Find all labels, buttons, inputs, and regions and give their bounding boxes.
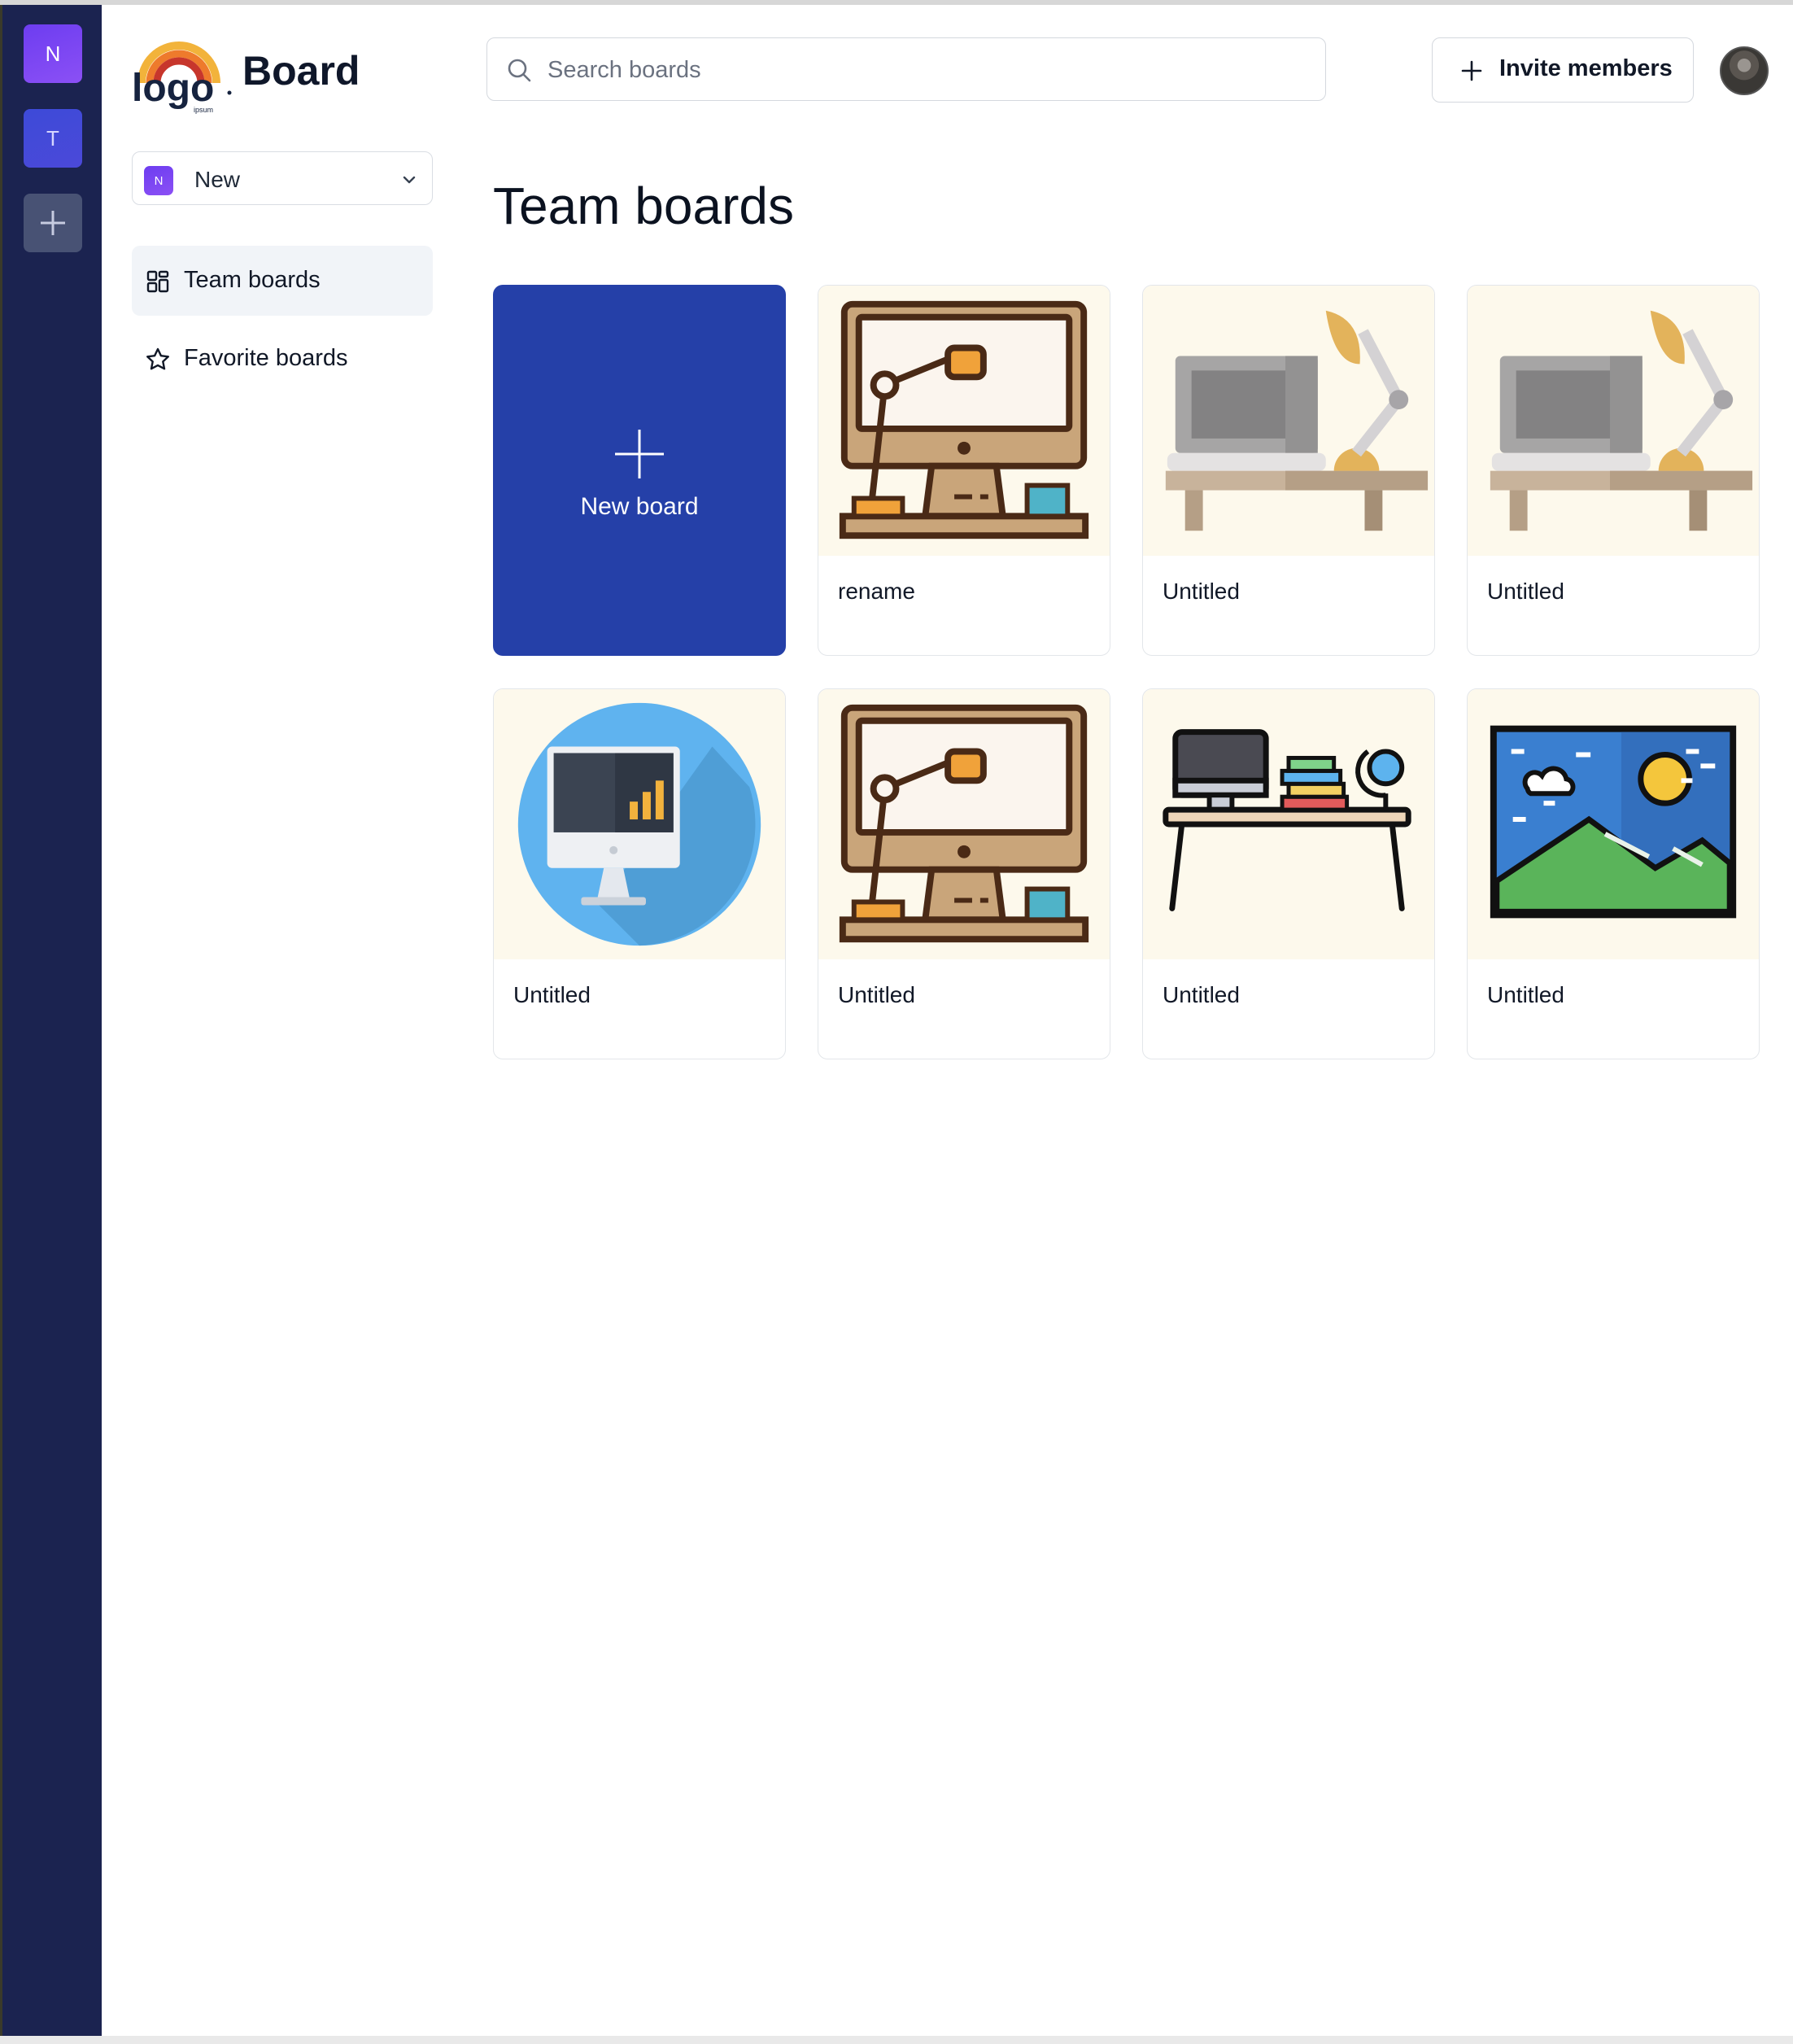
board-thumbnail [818,689,1110,959]
star-icon [146,347,169,370]
page-title: Team boards [493,177,794,235]
sidebar-item-favorite-boards[interactable]: Favorite boards [132,324,433,394]
board-card[interactable]: Untitled [818,688,1110,1059]
landscape-picture-icon [1490,725,1737,919]
board-name: Untitled [513,982,591,1007]
desk-lamp-monitor-icon [839,300,1089,539]
chevron-down-icon [403,176,416,184]
avatar[interactable] [1720,46,1769,95]
workspace-select-label: New [194,167,241,192]
desk-books-globe-icon [1163,729,1411,911]
window-bottom-border [0,2036,1793,2044]
search-box[interactable] [486,37,1326,101]
sidebar-item-label: Favorite boards [184,345,348,371]
svg-text:ipsum: ipsum [194,106,213,114]
add-workspace-button[interactable] [24,194,82,252]
new-board-card[interactable]: New board [493,285,786,656]
sidebar-item-label: Team boards [184,267,321,293]
board-thumbnail [1468,286,1759,556]
laptop-lamp-desk-icon [1490,310,1753,531]
board-thumbnail [1468,689,1759,959]
board-thumbnail [818,286,1110,556]
sidebar-item-team-boards[interactable]: Team boards [132,246,433,316]
workspace-t-button[interactable]: T [24,109,82,168]
board-name: Untitled [838,982,915,1007]
workspace-select[interactable]: N New [132,151,433,205]
grid-icon [146,270,169,293]
board-card[interactable]: Untitled [1142,285,1435,656]
workspace-n-button[interactable]: N [24,24,82,83]
search-icon [508,59,531,82]
svg-text:logo: logo [132,67,214,110]
window-top-border [0,0,1793,5]
plus-icon [615,430,664,478]
workspace-badge: N [144,166,173,195]
board-name: Untitled [1163,982,1240,1007]
desk-lamp-monitor-icon [839,704,1089,943]
monitor-chart-icon [517,702,761,946]
laptop-lamp-desk-icon [1165,310,1429,531]
board-card[interactable]: Untitled [1142,688,1435,1059]
plus-icon [41,211,65,235]
new-board-label: New board [580,493,699,520]
plus-icon [1461,60,1482,81]
board-name: rename [838,579,915,604]
invite-members-label: Invite members [1499,55,1673,81]
board-thumbnail [494,689,785,959]
board-card[interactable]: Untitled [1467,688,1760,1059]
search-input[interactable] [546,48,1281,92]
board-card[interactable]: Untitled [493,688,786,1059]
app-title: Board [242,48,360,94]
board-name: Untitled [1487,982,1564,1007]
workspace-rail: N T [0,5,102,2036]
board-name: Untitled [1163,579,1240,604]
invite-members-button[interactable]: Invite members [1432,37,1694,103]
logo-icon: logo ipsum [132,41,232,114]
board-card[interactable]: Untitled [1467,285,1760,656]
board-name: Untitled [1487,579,1564,604]
board-card[interactable]: rename [818,285,1110,656]
board-thumbnail [1143,689,1434,959]
board-thumbnail [1143,286,1434,556]
